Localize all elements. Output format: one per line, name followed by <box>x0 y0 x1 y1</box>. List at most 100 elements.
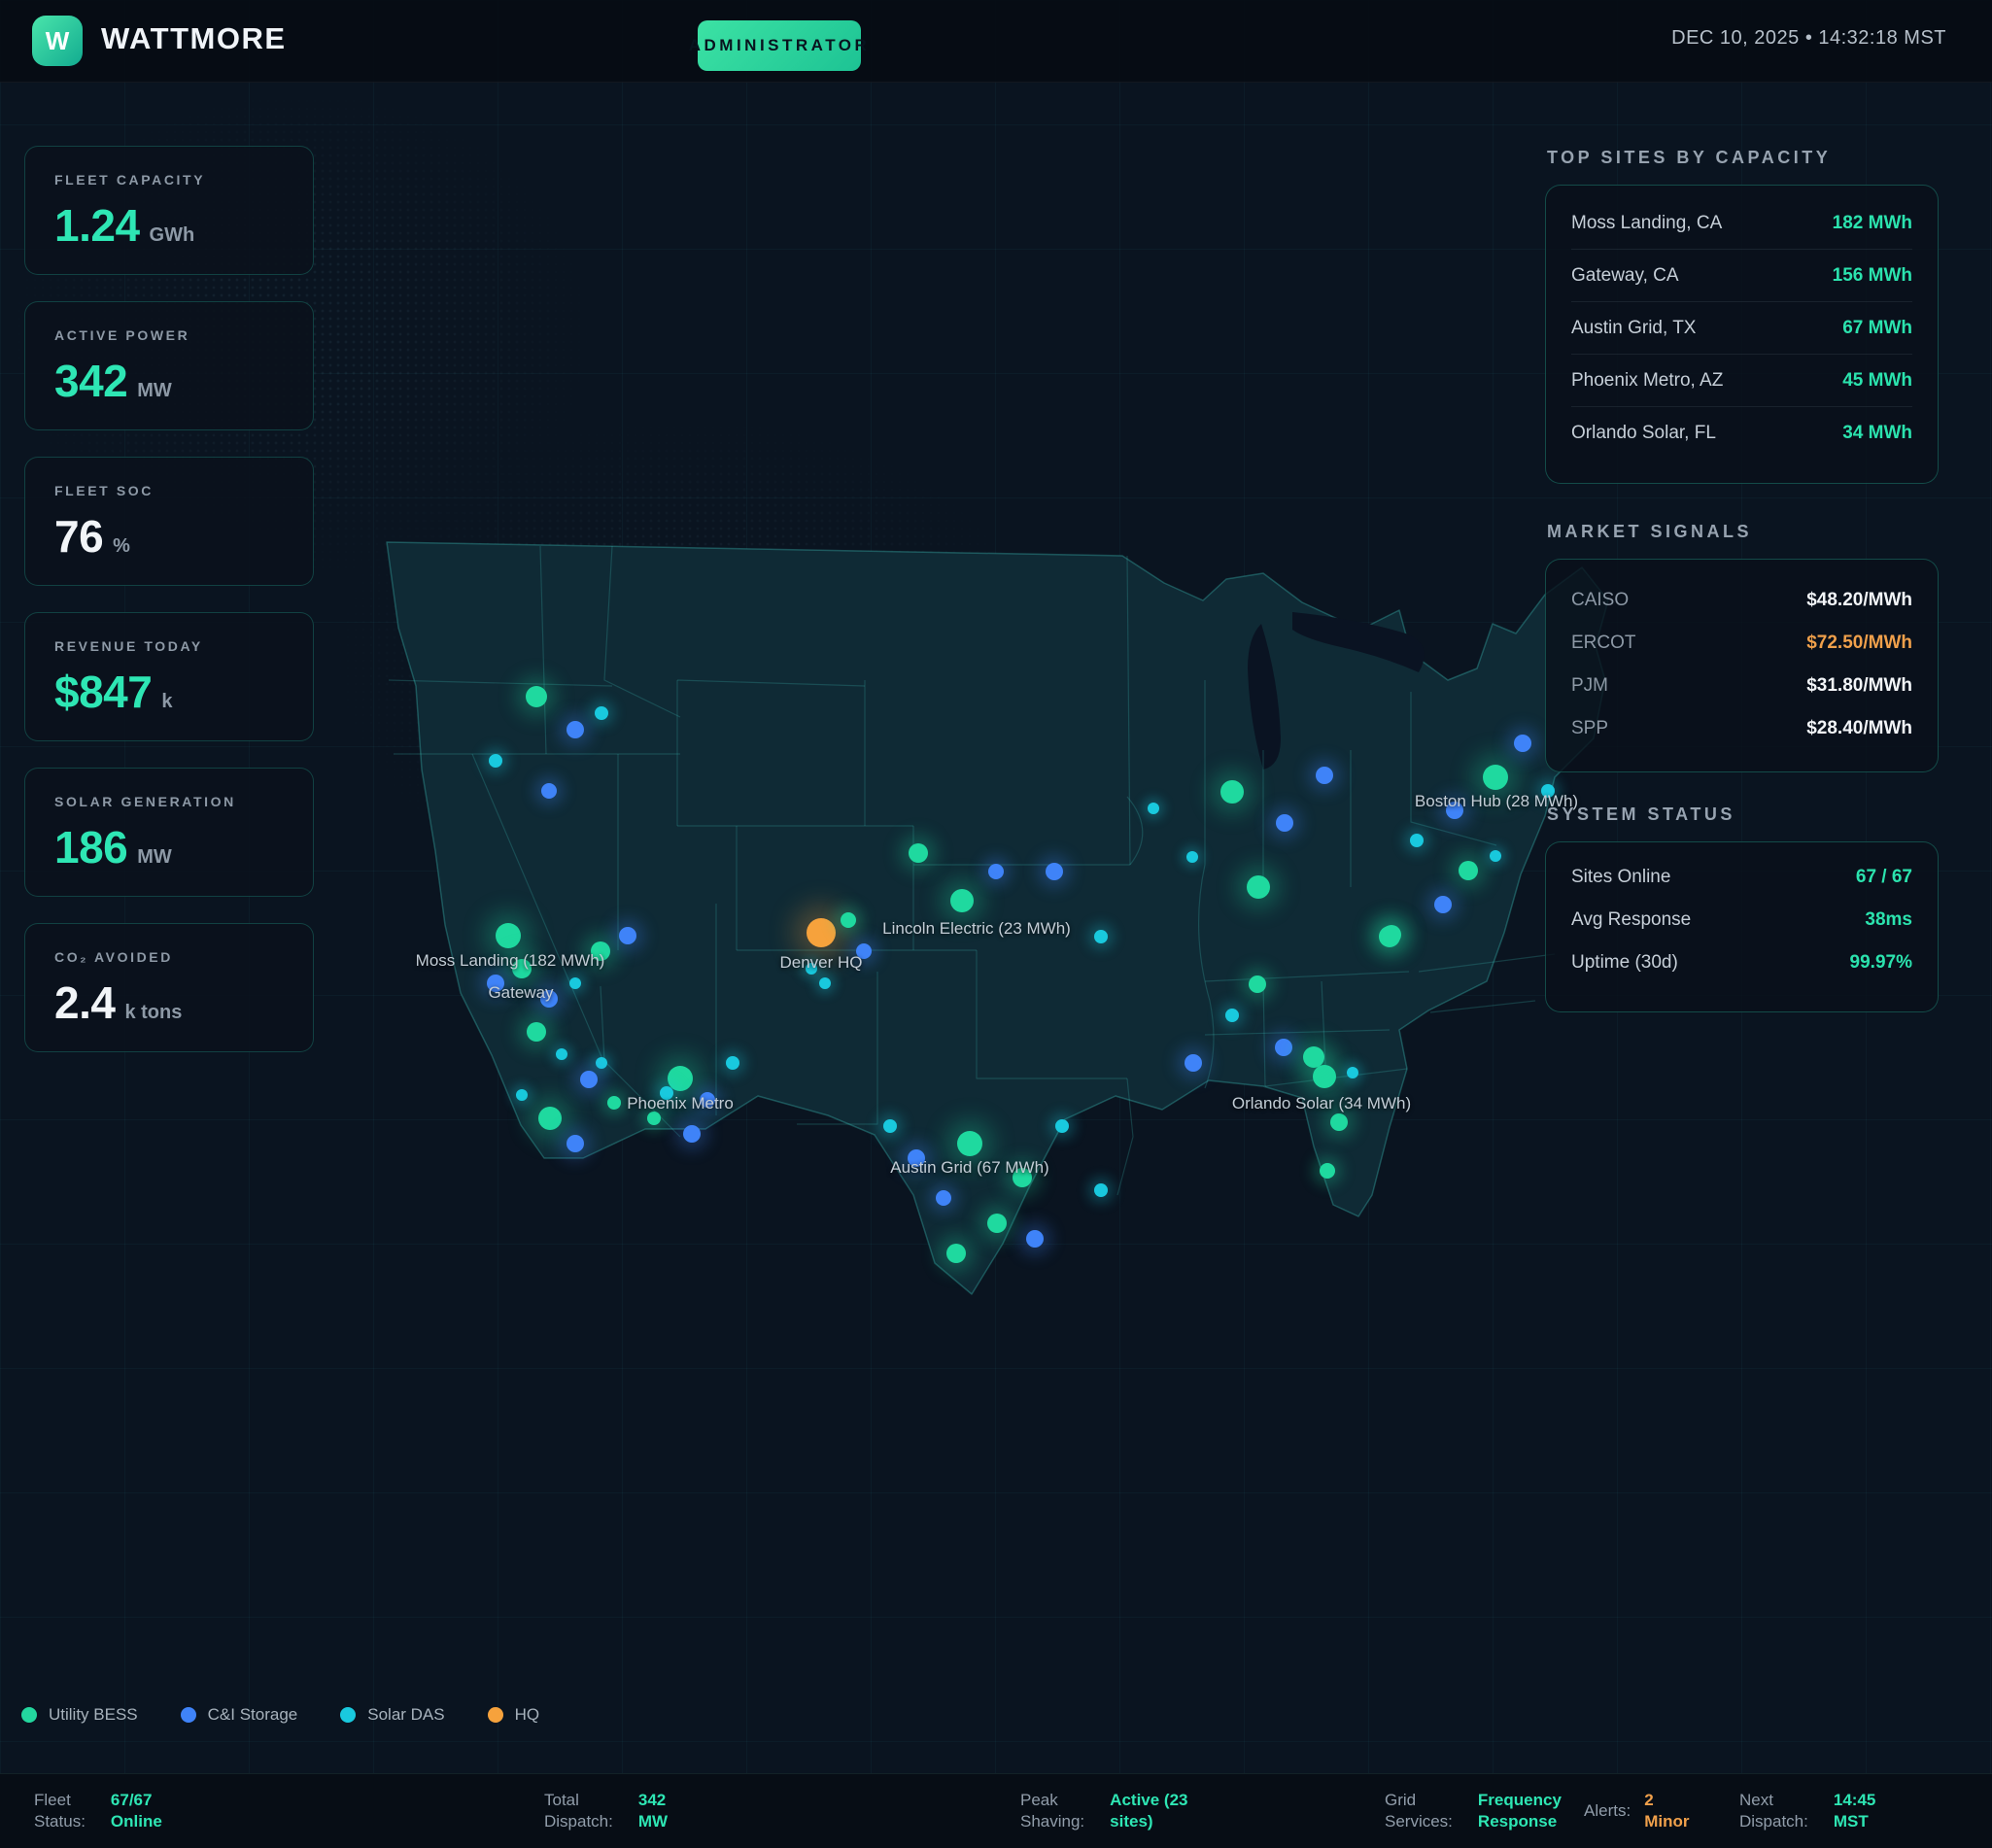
site-dot-bess[interactable] <box>841 912 856 928</box>
site-dot-ci[interactable] <box>1316 767 1333 784</box>
map-site-label: Lincoln Electric (23 MWh) <box>882 919 1071 939</box>
site-dot-bess[interactable] <box>1313 1065 1336 1088</box>
kpi-unit: k tons <box>124 1002 182 1024</box>
logo-letter: W <box>46 26 70 56</box>
site-dot-solar[interactable] <box>1148 803 1159 814</box>
site-name: Orlando Solar, FL <box>1571 423 1716 444</box>
site-dot-bess[interactable] <box>1459 861 1478 880</box>
site-dot-ci[interactable] <box>567 1135 584 1152</box>
kpi-card-revenue-today[interactable]: REVENUE TODAY$847k <box>24 612 314 741</box>
site-dot-solar[interactable] <box>1094 930 1108 943</box>
legend-item-ci[interactable]: C&I Storage <box>181 1705 298 1725</box>
site-dot-bess[interactable] <box>946 1244 966 1263</box>
site-dot-bess[interactable] <box>527 1022 546 1042</box>
site-dot-bess[interactable] <box>1303 1046 1324 1068</box>
site-dot-bess[interactable] <box>1247 875 1270 899</box>
kpi-value: $847 <box>54 666 152 718</box>
site-dot-ci[interactable] <box>988 864 1004 879</box>
site-dot-bess[interactable] <box>607 1096 621 1110</box>
site-dot-hq[interactable] <box>807 918 836 947</box>
site-dot-ci[interactable] <box>541 783 557 799</box>
site-dot-solar[interactable] <box>1347 1067 1358 1078</box>
kpi-value-row: 2.4 k tons <box>54 976 284 1029</box>
site-dot-solar[interactable] <box>569 977 581 989</box>
site-dot-ci[interactable] <box>936 1190 951 1206</box>
legend-item-bess[interactable]: Utility BESS <box>21 1705 138 1725</box>
legend-item-solar[interactable]: Solar DAS <box>340 1705 444 1725</box>
site-dot-solar[interactable] <box>1225 1009 1239 1022</box>
market-price: $48.20/MWh <box>1806 590 1912 611</box>
kpi-card-active-power[interactable]: ACTIVE POWER342MW <box>24 301 314 430</box>
kpi-value: 2.4 <box>54 976 115 1029</box>
site-dot-ci[interactable] <box>619 927 636 944</box>
site-dot-solar[interactable] <box>516 1089 528 1101</box>
map-site-label: Gateway <box>488 983 553 1003</box>
site-dot-bess[interactable] <box>1249 975 1266 993</box>
top-site-row[interactable]: Orlando Solar, FL34 MWh <box>1571 407 1912 459</box>
site-dot-bess[interactable] <box>538 1107 562 1130</box>
site-dot-solar[interactable] <box>1410 834 1424 847</box>
top-bar: W WATTMORE ADMINISTRATOR DEC 10, 2025 • … <box>0 0 1992 83</box>
statusbar-label: Total Dispatch: <box>544 1790 613 1832</box>
site-dot-bess[interactable] <box>1320 1163 1335 1179</box>
app-logo[interactable]: W <box>32 16 83 66</box>
site-dot-ci[interactable] <box>683 1125 701 1143</box>
site-dot-ci[interactable] <box>580 1071 598 1088</box>
administrator-badge[interactable]: ADMINISTRATOR <box>698 20 861 71</box>
us-map-landmass <box>387 542 1608 1294</box>
site-dot-ci[interactable] <box>1434 896 1452 913</box>
kpi-label: SOLAR GENERATION <box>54 794 284 809</box>
site-dot-bess[interactable] <box>987 1214 1007 1233</box>
site-dot-bess[interactable] <box>950 889 974 912</box>
site-dot-solar[interactable] <box>595 706 608 720</box>
kpi-label: CO₂ AVOIDED <box>54 949 284 965</box>
site-dot-solar[interactable] <box>1094 1183 1108 1197</box>
site-dot-solar[interactable] <box>489 754 502 768</box>
map-site-label: Orlando Solar (34 MWh) <box>1232 1094 1411 1113</box>
site-dot-ci[interactable] <box>1026 1230 1044 1248</box>
top-site-row[interactable]: Phoenix Metro, AZ45 MWh <box>1571 355 1912 407</box>
site-dot-bess[interactable] <box>496 923 521 948</box>
top-site-row[interactable]: Gateway, CA156 MWh <box>1571 250 1912 302</box>
legend-label: HQ <box>515 1705 540 1725</box>
site-dot-ci[interactable] <box>1514 735 1531 752</box>
site-dot-bess[interactable] <box>526 686 547 707</box>
statusbar-label: Grid Services: <box>1385 1790 1453 1832</box>
site-dot-solar[interactable] <box>819 977 831 989</box>
site-dot-solar[interactable] <box>596 1057 607 1069</box>
site-capacity-value: 156 MWh <box>1833 265 1912 287</box>
statusbar-label: Peak Shaving: <box>1020 1790 1084 1832</box>
map-site-label: Phoenix Metro <box>627 1094 734 1113</box>
site-dot-bess[interactable] <box>647 1112 661 1125</box>
kpi-card-fleet-capacity[interactable]: FLEET CAPACITY1.24GWh <box>24 146 314 275</box>
site-dot-solar[interactable] <box>1490 850 1501 862</box>
site-dot-bess[interactable] <box>1382 925 1401 944</box>
site-dot-solar[interactable] <box>556 1048 567 1060</box>
top-site-row[interactable]: Austin Grid, TX67 MWh <box>1571 302 1912 355</box>
legend-item-hq[interactable]: HQ <box>488 1705 540 1725</box>
site-dot-ci[interactable] <box>1276 814 1293 832</box>
top-site-row[interactable]: Moss Landing, CA182 MWh <box>1571 197 1912 250</box>
site-dot-bess[interactable] <box>909 843 928 863</box>
statusbar-value: Active (23 sites) <box>1110 1790 1187 1832</box>
kpi-card-solar-generation[interactable]: SOLAR GENERATION186MW <box>24 768 314 897</box>
site-dot-bess[interactable] <box>1483 765 1508 790</box>
site-dot-ci[interactable] <box>1275 1039 1292 1056</box>
site-dot-ci[interactable] <box>1046 863 1063 880</box>
market-signals-title: MARKET SIGNALS <box>1547 522 1940 542</box>
site-dot-bess[interactable] <box>957 1131 982 1156</box>
kpi-card-co-avoided[interactable]: CO₂ AVOIDED 2.4 k tons <box>24 923 314 1052</box>
site-dot-solar[interactable] <box>1186 851 1198 863</box>
site-dot-solar[interactable] <box>1055 1119 1069 1133</box>
site-dot-bess[interactable] <box>1220 780 1244 804</box>
kpi-label: FLEET SOC <box>54 483 284 498</box>
site-dot-solar[interactable] <box>726 1056 739 1070</box>
kpi-card-fleet-soc[interactable]: FLEET SOC76% <box>24 457 314 586</box>
site-dot-solar[interactable] <box>883 1119 897 1133</box>
site-dot-ci[interactable] <box>567 721 584 738</box>
market-signal-row: ERCOT$72.50/MWh <box>1571 622 1912 665</box>
site-dot-ci[interactable] <box>1185 1054 1202 1072</box>
site-dot-bess[interactable] <box>1330 1113 1348 1131</box>
statusbar-group: Next Dispatch:14:45 MST <box>1739 1774 1875 1848</box>
market-price: $72.50/MWh <box>1806 633 1912 654</box>
